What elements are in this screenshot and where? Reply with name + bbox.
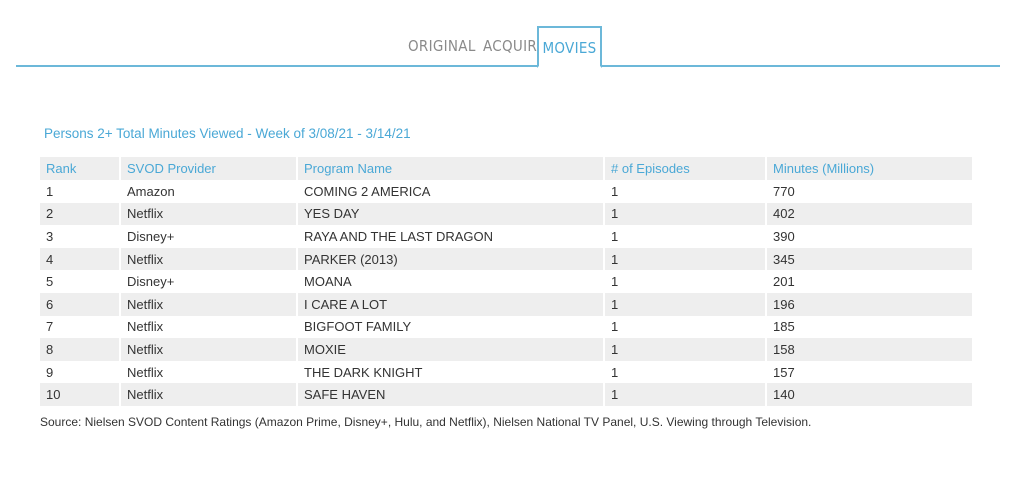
- cell-minutes: 390: [765, 225, 972, 248]
- table-row: 5 Disney+ MOANA 1 201: [40, 270, 972, 293]
- cell-minutes: 185: [765, 315, 972, 339]
- category-tab-bar: ORIGINAL ACQUIRED: [16, 0, 1000, 67]
- column-header-program: Program Name: [296, 157, 604, 180]
- cell-minutes: 196: [765, 292, 972, 316]
- cell-program: YES DAY: [296, 202, 604, 226]
- table-row: 10 Netflix SAFE HAVEN 1 140: [40, 383, 972, 406]
- cell-episodes: 1: [603, 360, 766, 384]
- cell-rank: 4: [40, 247, 120, 271]
- column-header-provider: SVOD Provider: [119, 157, 297, 180]
- cell-program: BIGFOOT FAMILY: [296, 315, 604, 339]
- cell-rank: 3: [40, 225, 120, 248]
- cell-episodes: 1: [603, 338, 766, 361]
- cell-episodes: 1: [603, 180, 766, 203]
- cell-rank: 1: [40, 180, 120, 203]
- cell-episodes: 1: [603, 292, 766, 316]
- table-row: 1 Amazon COMING 2 AMERICA 1 770: [40, 180, 972, 203]
- cell-provider: Netflix: [119, 360, 297, 384]
- cell-provider: Netflix: [119, 315, 297, 339]
- cell-provider: Amazon: [119, 180, 297, 203]
- cell-minutes: 140: [765, 383, 972, 406]
- table-row: 3 Disney+ RAYA AND THE LAST DRAGON 1 390: [40, 225, 972, 248]
- cell-minutes: 402: [765, 202, 972, 226]
- table-row: 9 Netflix THE DARK KNIGHT 1 157: [40, 360, 972, 384]
- table-row: 8 Netflix MOXIE 1 158: [40, 338, 972, 361]
- tab-movies[interactable]: MOVIES: [537, 26, 602, 68]
- cell-episodes: 1: [603, 315, 766, 339]
- ratings-table: Rank SVOD Provider Program Name # of Epi…: [40, 157, 972, 406]
- table-row: 2 Netflix YES DAY 1 402: [40, 202, 972, 226]
- cell-provider: Disney+: [119, 225, 297, 248]
- cell-program: RAYA AND THE LAST DRAGON: [296, 225, 604, 248]
- cell-provider: Disney+: [119, 270, 297, 293]
- cell-provider: Netflix: [119, 202, 297, 226]
- cell-rank: 2: [40, 202, 120, 226]
- cell-program: PARKER (2013): [296, 247, 604, 271]
- cell-episodes: 1: [603, 202, 766, 226]
- table-row: 7 Netflix BIGFOOT FAMILY 1 185: [40, 315, 972, 339]
- cell-provider: Netflix: [119, 247, 297, 271]
- cell-program: MOXIE: [296, 338, 604, 361]
- cell-program: COMING 2 AMERICA: [296, 180, 604, 203]
- cell-provider: Netflix: [119, 338, 297, 361]
- cell-rank: 5: [40, 270, 120, 293]
- cell-program: SAFE HAVEN: [296, 383, 604, 406]
- column-header-rank: Rank: [40, 157, 120, 180]
- cell-rank: 10: [40, 383, 120, 406]
- cell-rank: 7: [40, 315, 120, 339]
- cell-minutes: 345: [765, 247, 972, 271]
- cell-program: THE DARK KNIGHT: [296, 360, 604, 384]
- table-row: 4 Netflix PARKER (2013) 1 345: [40, 247, 972, 271]
- cell-episodes: 1: [603, 383, 766, 406]
- cell-rank: 9: [40, 360, 120, 384]
- cell-program: I CARE A LOT: [296, 292, 604, 316]
- cell-minutes: 157: [765, 360, 972, 384]
- column-header-minutes: Minutes (Millions): [765, 157, 972, 180]
- cell-minutes: 201: [765, 270, 972, 293]
- cell-episodes: 1: [603, 247, 766, 271]
- cell-program: MOANA: [296, 270, 604, 293]
- cell-episodes: 1: [603, 270, 766, 293]
- column-header-episodes: # of Episodes: [603, 157, 766, 180]
- cell-provider: Netflix: [119, 292, 297, 316]
- cell-minutes: 158: [765, 338, 972, 361]
- tab-original[interactable]: ORIGINAL: [408, 37, 476, 55]
- cell-minutes: 770: [765, 180, 972, 203]
- cell-rank: 6: [40, 292, 120, 316]
- cell-rank: 8: [40, 338, 120, 361]
- cell-episodes: 1: [603, 225, 766, 248]
- table-title: Persons 2+ Total Minutes Viewed - Week o…: [44, 126, 411, 141]
- table-header-row: Rank SVOD Provider Program Name # of Epi…: [40, 157, 972, 180]
- cell-provider: Netflix: [119, 383, 297, 406]
- table-row: 6 Netflix I CARE A LOT 1 196: [40, 292, 972, 316]
- source-note: Source: Nielsen SVOD Content Ratings (Am…: [40, 415, 812, 429]
